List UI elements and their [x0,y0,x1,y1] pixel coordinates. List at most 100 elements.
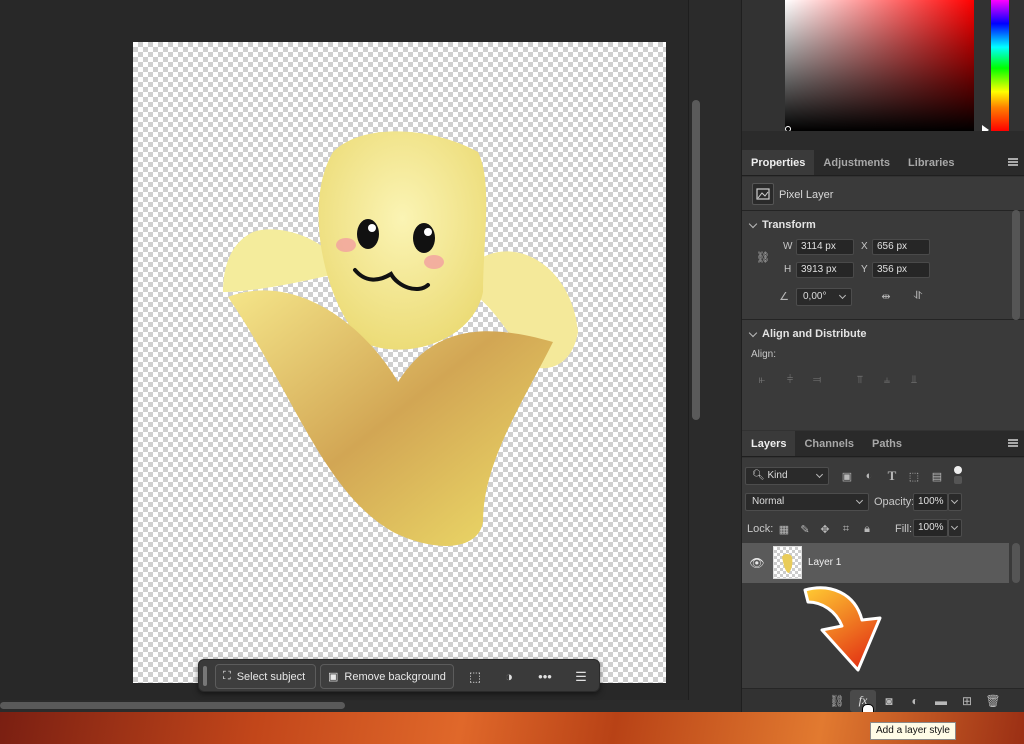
flip-vertical-icon[interactable]: ⥯ [909,288,927,304]
color-picker-field[interactable] [785,0,974,131]
lock-position-icon[interactable]: ✥ [817,521,833,537]
width-label: W [783,241,793,252]
align-left-edges-icon[interactable]: ⫦ [754,373,770,387]
annotation-arrow [803,586,882,672]
link-proportions-icon[interactable]: ⛓ [756,249,770,265]
taskbar-settings-icon[interactable]: ☰ [567,664,595,689]
blend-mode-value: Normal [752,496,785,507]
properties-scroll-thumb[interactable] [1012,210,1020,320]
vertical-scroll-thumb[interactable] [692,100,700,420]
chevron-down-icon [815,470,824,479]
width-field[interactable]: 3114 px [796,239,854,255]
transform-selection-icon[interactable]: ⬚ [461,664,489,689]
new-group-folder-icon[interactable]: ▬ [928,690,954,712]
remove-background-label: Remove background [344,670,446,683]
remove-background-button[interactable]: ▣ Remove background [320,664,454,689]
opacity-label: Opacity: [874,496,915,508]
chevron-down-icon [855,496,864,505]
search-icon: 🔍︎ [752,470,765,481]
layer-thumbnail [773,546,802,579]
tooltip: Add a layer style [870,722,956,740]
align-right-edges-icon[interactable]: ⫤ [809,373,825,387]
filter-toggle[interactable] [954,466,962,486]
angle-icon: ∠ [779,290,789,303]
layers-scroll-thumb[interactable] [1012,543,1020,583]
x-field[interactable]: 656 px [872,239,930,255]
align-top-edges-icon[interactable]: ⫪ [852,373,868,387]
layer-filter-dropdown[interactable]: 🔍︎ Kind [745,467,829,485]
align-bottom-edges-icon[interactable]: ⫫ [906,373,922,387]
chevron-down-icon [950,496,959,505]
lock-transparent-pixels-icon[interactable]: ▦ [776,521,792,537]
tab-libraries[interactable]: Libraries [899,150,963,175]
new-layer-icon[interactable]: ⊞ [954,690,980,712]
more-options-button[interactable]: ••• [531,664,559,689]
angle-dropdown[interactable]: 0,00° [796,288,852,306]
opacity-dropdown[interactable] [948,493,962,511]
eye-icon[interactable]: 👁︎ [748,555,766,571]
filter-adjustment-icon[interactable]: ◐ [861,468,877,484]
properties-panel-menu-icon[interactable] [1008,158,1018,166]
lock-label: Lock: [747,523,774,535]
layers-footer-toolbar: ⛓ fx ◙ ◐ ▬ ⊞ 🗑︎ [742,688,1024,712]
blend-mode-dropdown[interactable]: Normal [745,493,869,511]
horizontal-scrollbar[interactable] [0,700,704,712]
horizontal-scroll-thumb[interactable] [0,702,345,709]
filter-shape-icon[interactable]: ⬚ [906,468,922,484]
taskbar-drag-handle[interactable] [203,666,207,686]
angle-value: 0,00° [803,291,827,302]
fill-dropdown[interactable] [948,519,962,537]
more-label: ••• [538,669,552,684]
document-canvas[interactable] [133,42,666,683]
hue-slider[interactable] [991,0,1009,131]
align-section-header[interactable]: Align and Distribute [748,328,867,340]
align-vertical-centers-icon[interactable]: ⫨ [879,373,895,387]
chevron-down-icon [950,522,959,531]
filter-smart-object-icon[interactable]: ▤ [929,468,945,484]
transform-section-header[interactable]: Transform [748,219,816,231]
layers-panel-menu-icon[interactable] [1008,439,1018,447]
add-mask-icon[interactable]: ◙ [876,690,902,712]
align-label: Align: [751,349,777,360]
chevron-down-icon [838,291,847,300]
filter-type-icon[interactable]: T [884,468,900,484]
adjustment-icon[interactable]: ◑ [495,664,523,689]
person-select-icon: ⛶ [223,670,231,682]
tab-channels[interactable]: Channels [795,431,863,456]
tab-layers[interactable]: Layers [742,431,796,456]
height-field[interactable]: 3913 px [796,262,854,278]
chevron-down-icon [748,328,758,337]
transform-title: Transform [762,219,816,231]
image-icon: ▣ [328,671,339,683]
trash-icon[interactable]: 🗑︎ [980,690,1006,712]
panel-dock-strip [704,0,742,712]
fill-label: Fill: [895,523,913,535]
align-horizontal-centers-icon[interactable]: ⫩ [782,373,798,387]
lock-image-pixels-icon[interactable]: ✎ [797,521,813,537]
banana-artwork [223,131,578,546]
tab-properties[interactable]: Properties [742,150,815,175]
flip-horizontal-icon[interactable]: ⇹ [877,288,895,304]
layers-tabbar: Layers Channels Paths [742,431,1024,457]
link-layers-icon[interactable]: ⛓ [824,690,850,712]
y-field[interactable]: 356 px [872,262,930,278]
select-subject-button[interactable]: ⛶ Select subject [215,664,316,689]
layer-name[interactable]: Layer 1 [808,557,841,568]
layer-row[interactable]: 👁︎ Layer 1 [742,543,1009,583]
lock-all-icon[interactable]: 🔒︎ [859,521,875,537]
divider [742,210,1024,211]
new-adjustment-layer-icon[interactable]: ◐ [902,690,928,712]
opacity-field[interactable]: 100% [913,493,948,511]
properties-tabbar: Properties Adjustments Libraries [742,150,1024,176]
tab-adjustments[interactable]: Adjustments [814,150,899,175]
select-subject-label: Select subject [236,670,306,683]
vertical-scrollbar[interactable] [688,0,704,700]
contextual-taskbar: ⛶ Select subject ▣ Remove background ⬚ ◑… [198,659,600,692]
fill-field[interactable]: 100% [913,519,948,537]
tab-paths[interactable]: Paths [863,431,911,456]
color-panel-bottom [742,131,1024,150]
filter-pixel-icon[interactable]: ▣ [839,468,855,484]
lock-artboard-icon[interactable]: ⌗ [838,521,854,537]
x-label: X [861,241,868,252]
chevron-down-icon [748,219,758,228]
